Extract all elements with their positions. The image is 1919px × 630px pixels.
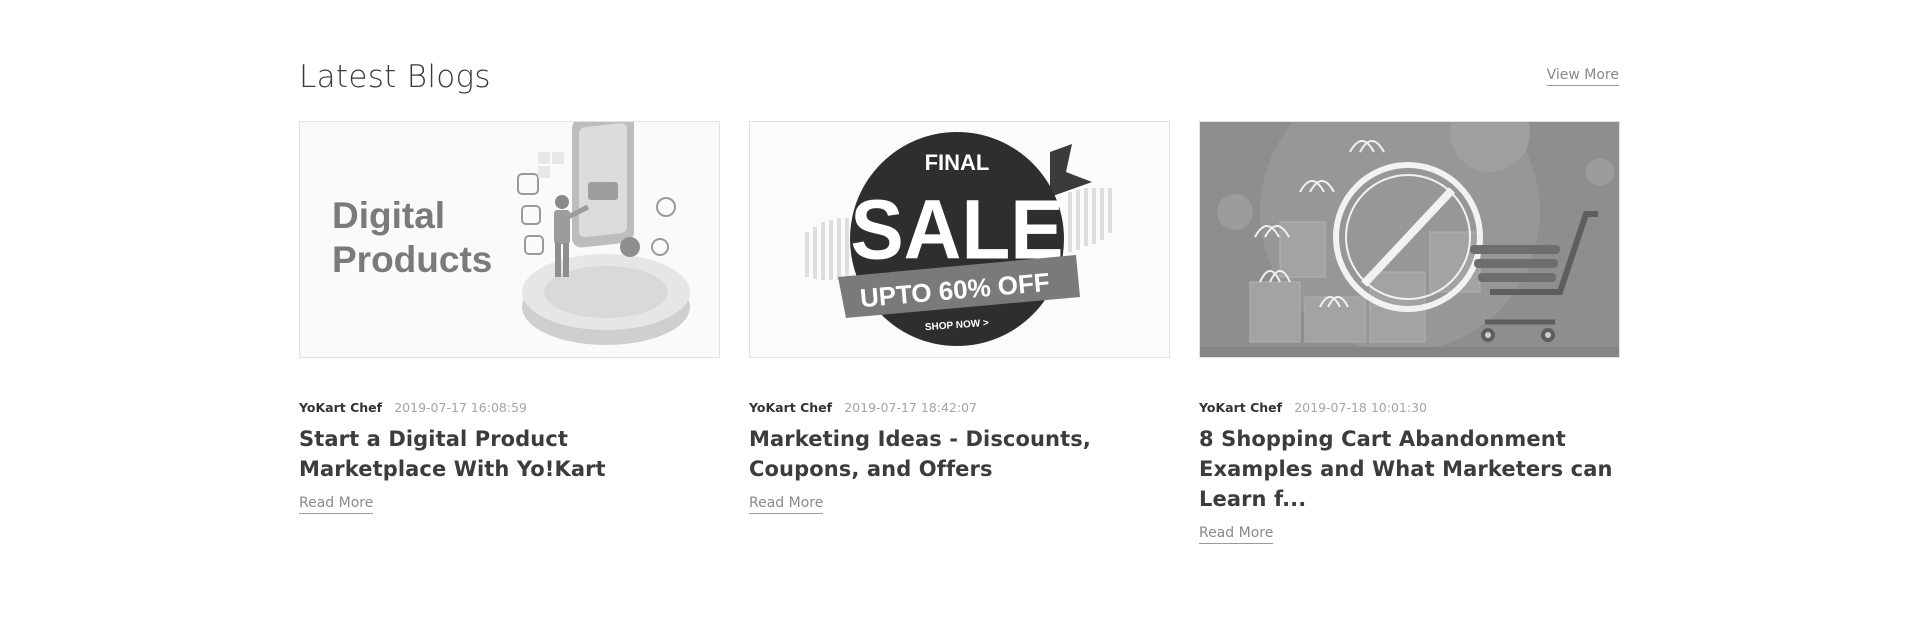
post-date: 2019-07-17 16:08:59 [394, 400, 527, 415]
post-author: YoKart Chef [749, 400, 833, 415]
post-meta: YoKart Chef 2019-07-17 16:08:59 [299, 400, 720, 416]
post-author: YoKart Chef [1199, 400, 1283, 415]
image-text-digital: Digital [332, 195, 445, 236]
read-more-link[interactable]: Read More [299, 494, 374, 514]
image-text-products: Products [332, 239, 492, 280]
blog-image-cart-abandonment[interactable] [1199, 121, 1620, 358]
blog-card: Digital Products YoKart Chef 2019-07-17 … [299, 121, 720, 514]
post-date: 2019-07-18 10:01:30 [1294, 400, 1427, 415]
section-title: Latest Blogs [299, 59, 491, 95]
blog-card: YoKart Chef 2019-07-18 10:01:30 8 Shoppi… [1199, 121, 1620, 544]
latest-blogs-section: Latest Blogs View More Digital Products [299, 0, 1620, 630]
post-meta: YoKart Chef 2019-07-18 10:01:30 [1199, 400, 1620, 416]
read-more-link[interactable]: Read More [1199, 524, 1274, 544]
post-meta: YoKart Chef 2019-07-17 18:42:07 [749, 400, 1170, 416]
blog-image-digital-products[interactable]: Digital Products [299, 121, 720, 358]
post-title[interactable]: Marketing Ideas - Discounts, Coupons, an… [749, 424, 1170, 484]
post-author: YoKart Chef [299, 400, 383, 415]
post-title[interactable]: Start a Digital Product Marketplace With… [299, 424, 720, 484]
view-more-link[interactable]: View More [1546, 66, 1619, 86]
blog-card: FINAL SALE UPTO 60% OFF SHOP NOW > YoKar… [749, 121, 1170, 514]
post-title[interactable]: 8 Shopping Cart Abandonment Examples and… [1199, 424, 1620, 514]
post-date: 2019-07-17 18:42:07 [844, 400, 977, 415]
read-more-link[interactable]: Read More [749, 494, 824, 514]
blog-image-final-sale[interactable]: FINAL SALE UPTO 60% OFF SHOP NOW > [749, 121, 1170, 358]
image-text-final: FINAL [925, 150, 990, 175]
